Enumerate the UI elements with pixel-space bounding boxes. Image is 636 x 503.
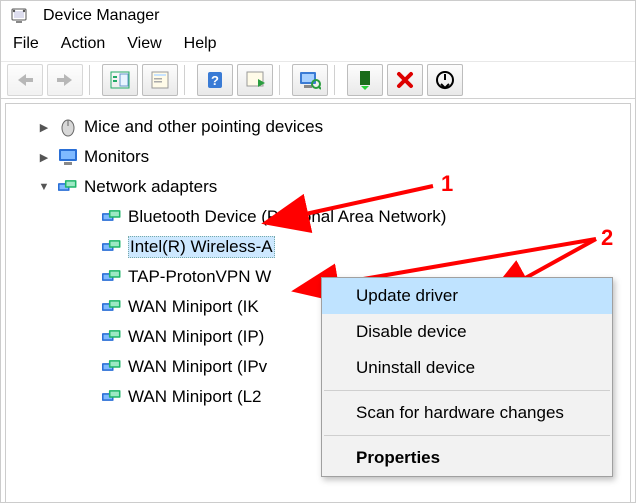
context-menu-uninstall-device[interactable]: Uninstall device	[322, 350, 612, 386]
network-adapter-icon	[102, 208, 122, 226]
svg-text:?: ?	[211, 73, 219, 88]
toolbar-separator	[89, 65, 96, 95]
tree-label: WAN Miniport (IK	[128, 297, 259, 317]
chevron-right-icon[interactable]: ▶	[36, 119, 52, 135]
menu-bar: File Action View Help	[1, 29, 635, 61]
network-adapter-icon	[102, 388, 122, 406]
tree-label: Intel(R) Wireless-A	[128, 236, 275, 258]
network-adapter-icon	[102, 268, 122, 286]
toolbar-separator	[334, 65, 341, 95]
context-menu: Update driver Disable device Uninstall d…	[321, 277, 613, 477]
tree-label: TAP-ProtonVPN W	[128, 267, 271, 287]
app-icon	[9, 7, 29, 25]
context-menu-update-driver[interactable]: Update driver	[322, 278, 612, 314]
tree-item-network-adapters[interactable]: ▼ Network adapters	[18, 172, 626, 202]
mouse-icon	[58, 118, 78, 136]
network-adapter-icon	[102, 358, 122, 376]
tree-label: WAN Miniport (L2	[128, 387, 262, 407]
tree-label: Monitors	[84, 147, 149, 167]
tree-label: Network adapters	[84, 177, 217, 197]
monitor-icon	[58, 148, 78, 166]
forward-button[interactable]	[47, 64, 83, 96]
action-button[interactable]	[237, 64, 273, 96]
toolbar: ?	[1, 61, 635, 99]
network-adapter-icon	[102, 328, 122, 346]
tree-label: Mice and other pointing devices	[84, 117, 323, 137]
network-adapter-icon	[102, 298, 122, 316]
tree-item-monitors[interactable]: ▶ Monitors	[18, 142, 626, 172]
title-bar: Device Manager	[1, 1, 635, 29]
enable-device-button[interactable]	[347, 64, 383, 96]
context-menu-properties[interactable]: Properties	[322, 440, 612, 476]
properties-button[interactable]	[142, 64, 178, 96]
tree-item-intel-wireless[interactable]: Intel(R) Wireless-A	[18, 232, 626, 262]
window-title: Device Manager	[43, 7, 160, 25]
menu-file[interactable]: File	[13, 35, 39, 53]
device-manager-window: Device Manager File Action View Help ?	[0, 0, 636, 503]
chevron-down-icon[interactable]: ▼	[36, 179, 52, 195]
menu-view[interactable]: View	[127, 35, 161, 53]
tree-item-mice[interactable]: ▶ Mice and other pointing devices	[18, 112, 626, 142]
network-adapter-icon	[102, 238, 122, 256]
show-hide-tree-button[interactable]	[102, 64, 138, 96]
scan-hardware-button[interactable]	[292, 64, 328, 96]
update-driver-button[interactable]	[427, 64, 463, 96]
tree-label: Bluetooth Device (Personal Area Network)	[128, 207, 446, 227]
uninstall-device-button[interactable]	[387, 64, 423, 96]
context-menu-disable-device[interactable]: Disable device	[322, 314, 612, 350]
back-button[interactable]	[7, 64, 43, 96]
chevron-right-icon[interactable]: ▶	[36, 149, 52, 165]
context-menu-scan-hardware[interactable]: Scan for hardware changes	[322, 395, 612, 431]
menu-action[interactable]: Action	[61, 35, 105, 53]
context-menu-separator	[324, 435, 610, 436]
tree-label: WAN Miniport (IPv	[128, 357, 267, 377]
context-menu-separator	[324, 390, 610, 391]
tree-item-bluetooth[interactable]: Bluetooth Device (Personal Area Network)	[18, 202, 626, 232]
toolbar-separator	[184, 65, 191, 95]
help-button[interactable]: ?	[197, 64, 233, 96]
toolbar-separator	[279, 65, 286, 95]
network-adapter-icon	[58, 178, 78, 196]
tree-label: WAN Miniport (IP)	[128, 327, 264, 347]
menu-help[interactable]: Help	[184, 35, 217, 53]
